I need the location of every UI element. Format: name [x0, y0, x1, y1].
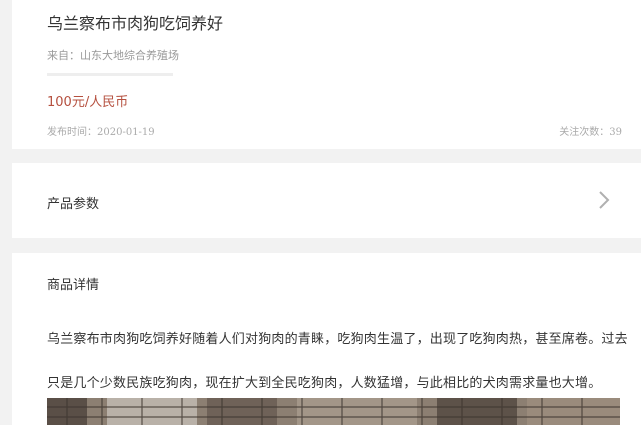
detail-text: 乌兰察布市肉狗吃饲养好随着人们对狗肉的青睐，吃狗肉生温了，出现了吃狗肉热，甚至席… [47, 332, 628, 391]
chevron-right-icon[interactable] [597, 190, 611, 210]
detail-heading: 商品详情 [47, 278, 100, 293]
product-title: 乌兰察布市肉狗吃饲养好 [47, 14, 224, 33]
product-detail-card: 商品详情 乌兰察布市肉狗吃饲养好随着人们对狗肉的青睐，吃狗肉生温了，出现了吃狗肉… [12, 253, 641, 425]
source-divider [47, 73, 173, 76]
publish-date: 发布时间：2020-01-19 [47, 127, 155, 138]
product-info-card: 乌兰察布市肉狗吃饲养好 来自：山东大地综合养殖场 100元/人民币 发布时间：2… [12, 0, 641, 149]
product-price: 100元/人民币 [47, 95, 129, 110]
product-params-row[interactable]: 产品参数 [12, 163, 641, 238]
follow-count: 关注次数：39 [559, 127, 622, 138]
params-label: 产品参数 [47, 197, 100, 212]
product-photo [47, 398, 620, 425]
product-source[interactable]: 来自：山东大地综合养殖场 [47, 47, 179, 63]
